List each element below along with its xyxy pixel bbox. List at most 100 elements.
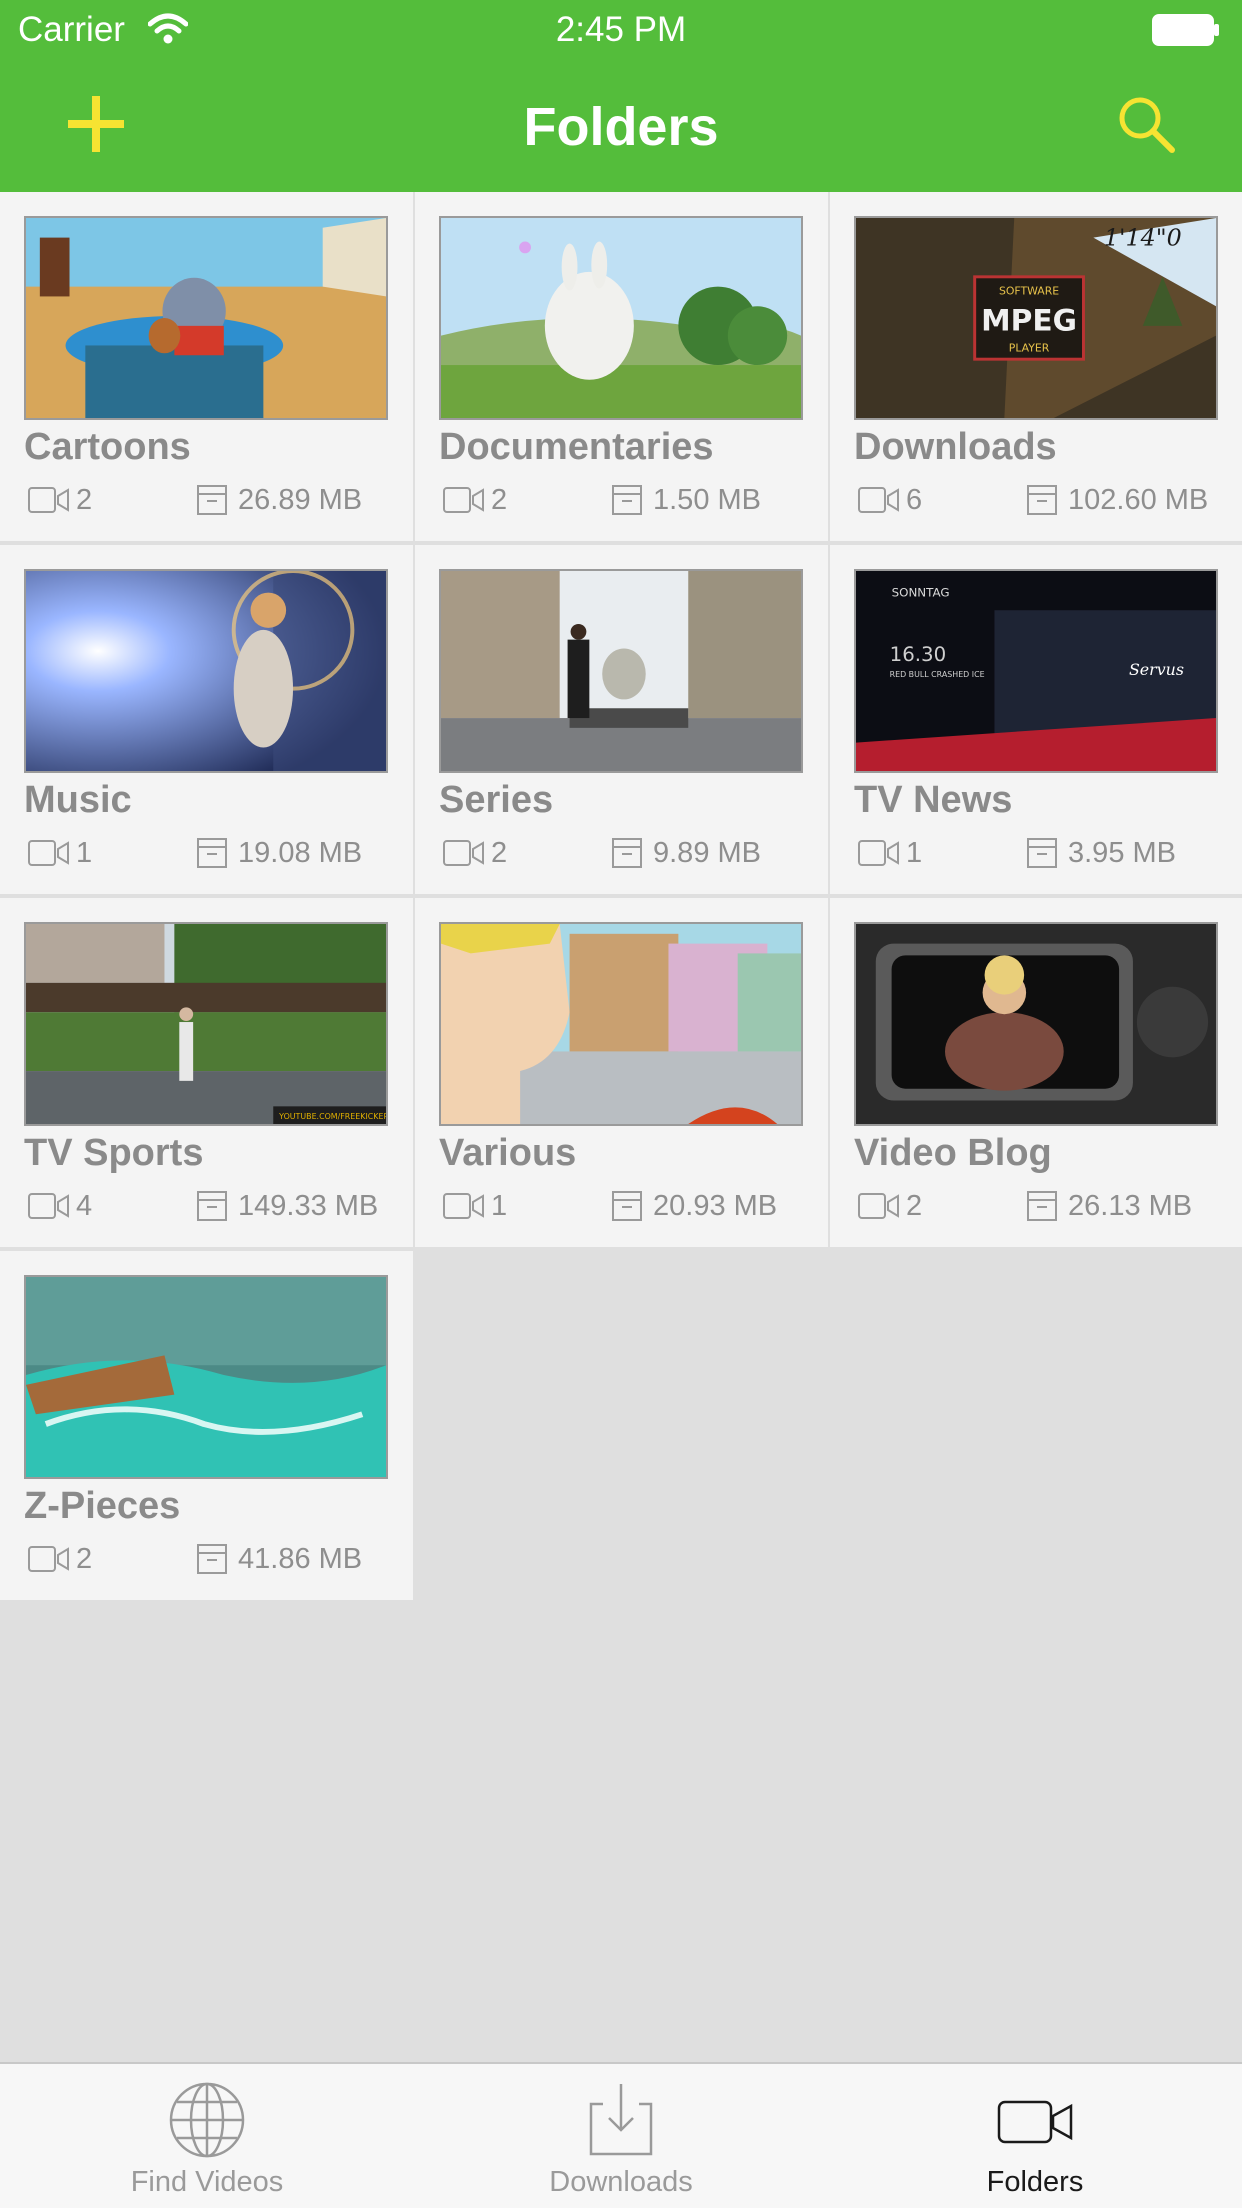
video-count: 1 [491, 1190, 508, 1222]
folder-size: 9.89 MB [653, 837, 761, 869]
folder-name: Cartoons [24, 426, 191, 468]
folder-name: Series [439, 779, 554, 821]
globe-icon [169, 2082, 245, 2158]
tab-label: Find Videos [130, 2166, 284, 2198]
video-count: 2 [491, 484, 508, 516]
street-thumbnail-image [441, 571, 801, 771]
top-bar: Carrier 2:45 PM Folders [0, 0, 1242, 192]
folder-meta: 2 41.86 MB [24, 1541, 394, 1577]
storage-icon [612, 485, 642, 515]
mpeg-counter: 1'14"0 [1104, 224, 1182, 252]
sports-watermark: YOUTUBE.COM/FREEKICKERZ [278, 1112, 386, 1121]
folder-name: Downloads [854, 426, 1057, 468]
storage-icon [197, 1544, 227, 1574]
folder-meta: 1 19.08 MB [24, 835, 394, 871]
folder-grid: Cartoons 2 26.89 MB Documentaries 2 1.50… [0, 192, 1242, 1600]
search-button[interactable] [1114, 92, 1178, 156]
folder-thumbnail [24, 216, 388, 420]
mpeg-logo-bottom: PLAYER [1009, 341, 1050, 354]
mpeg-logo-main: MPEG [981, 304, 1077, 338]
news-day: SONNTAG [892, 586, 950, 600]
folder-meta: 2 1.50 MB [439, 482, 809, 518]
folder-card-documentaries[interactable]: Documentaries 2 1.50 MB [415, 192, 828, 541]
folder-name: Various [439, 1132, 577, 1174]
storage-icon [197, 1191, 227, 1221]
navigation-bar: Folders [0, 62, 1242, 192]
video-count-icon [858, 840, 899, 866]
video-count-icon [858, 487, 899, 513]
mpeg-thumbnail-image: SOFTWARE MPEG PLAYER 1'14"0 [856, 218, 1216, 418]
video-count-icon [443, 487, 484, 513]
storage-icon [612, 838, 642, 868]
tab-label: Folders [986, 2166, 1084, 2198]
mpeg-logo-top: SOFTWARE [999, 285, 1059, 298]
storage-icon [197, 838, 227, 868]
folder-thumbnail [439, 922, 803, 1126]
news-thumbnail-image: SONNTAG 16.30 RED BULL CRASHED ICE Servu… [856, 571, 1216, 771]
folder-card-tv-sports[interactable]: YOUTUBE.COM/FREEKICKERZ TV Sports 4 149.… [0, 898, 413, 1247]
news-logo: Servus [1129, 660, 1184, 679]
folder-size: 41.86 MB [238, 1543, 363, 1575]
folder-thumbnail [439, 569, 803, 773]
folder-card-various[interactable]: Various 1 20.93 MB [415, 898, 828, 1247]
tab-folders[interactable]: Folders [828, 2064, 1242, 2208]
folder-thumbnail: SOFTWARE MPEG PLAYER 1'14"0 [854, 216, 1218, 420]
video-count: 1 [76, 837, 93, 869]
video-count: 4 [76, 1190, 93, 1222]
video-count-icon [28, 1546, 69, 1572]
folder-card-cartoons[interactable]: Cartoons 2 26.89 MB [0, 192, 413, 541]
folder-name: TV News [854, 779, 1013, 821]
video-count-icon [28, 840, 69, 866]
folder-card-downloads[interactable]: SOFTWARE MPEG PLAYER 1'14"0 Downloads 6 … [830, 192, 1242, 541]
folder-name: Documentaries [439, 426, 714, 468]
video-count-icon [443, 840, 484, 866]
search-icon [1119, 97, 1175, 153]
sports-thumbnail-image: YOUTUBE.COM/FREEKICKERZ [26, 924, 386, 1124]
folder-card-video-blog[interactable]: Video Blog 2 26.13 MB [830, 898, 1242, 1247]
folder-meta: 1 20.93 MB [439, 1188, 809, 1224]
folder-meta: 6 102.60 MB [854, 482, 1224, 518]
folder-size: 26.89 MB [238, 484, 363, 516]
news-time: 16.30 [890, 643, 947, 666]
video-count-icon [28, 487, 69, 513]
folder-meta: 2 26.89 MB [24, 482, 394, 518]
storage-icon [1027, 838, 1057, 868]
tab-find-videos[interactable]: Find Videos [0, 2064, 414, 2208]
folder-size: 102.60 MB [1068, 484, 1209, 516]
bunny-thumbnail-image [441, 218, 801, 418]
folder-size: 149.33 MB [238, 1190, 379, 1222]
folder-meta: 1 3.95 MB [854, 835, 1224, 871]
video-count: 6 [906, 484, 923, 516]
folder-name: TV Sports [24, 1132, 204, 1174]
folder-thumbnail: YOUTUBE.COM/FREEKICKERZ [24, 922, 388, 1126]
folder-meta: 2 26.13 MB [854, 1188, 1224, 1224]
folder-name: Z-Pieces [24, 1485, 181, 1527]
storage-icon [197, 485, 227, 515]
video-camera-icon [997, 2100, 1073, 2144]
video-count: 2 [76, 1543, 93, 1575]
storage-icon [612, 1191, 642, 1221]
folder-thumbnail [24, 569, 388, 773]
animation-thumbnail-image [441, 924, 801, 1124]
folder-card-series[interactable]: Series 2 9.89 MB [415, 545, 828, 894]
folder-card-z-pieces[interactable]: Z-Pieces 2 41.86 MB [0, 1251, 413, 1600]
folder-card-music[interactable]: Music 1 19.08 MB [0, 545, 413, 894]
folder-size: 1.50 MB [653, 484, 761, 516]
folder-size: 20.93 MB [653, 1190, 778, 1222]
video-count-icon [28, 1193, 69, 1219]
tv-frame-thumbnail-image [856, 924, 1216, 1124]
folder-card-tv-news[interactable]: SONNTAG 16.30 RED BULL CRASHED ICE Servu… [830, 545, 1242, 894]
folder-size: 26.13 MB [1068, 1190, 1193, 1222]
video-count: 2 [76, 484, 93, 516]
folder-size: 3.95 MB [1068, 837, 1176, 869]
battery-icon [1152, 14, 1219, 46]
folder-thumbnail: SONNTAG 16.30 RED BULL CRASHED ICE Servu… [854, 569, 1218, 773]
folder-thumbnail [854, 922, 1218, 1126]
news-caption: RED BULL CRASHED ICE [890, 670, 985, 679]
tab-label: Downloads [549, 2166, 693, 2198]
storage-icon [1027, 485, 1057, 515]
tab-downloads[interactable]: Downloads [414, 2064, 828, 2208]
tab-bar: Find Videos Downloads Folders [0, 2062, 1242, 2208]
storage-icon [1027, 1191, 1057, 1221]
video-count: 2 [491, 837, 508, 869]
